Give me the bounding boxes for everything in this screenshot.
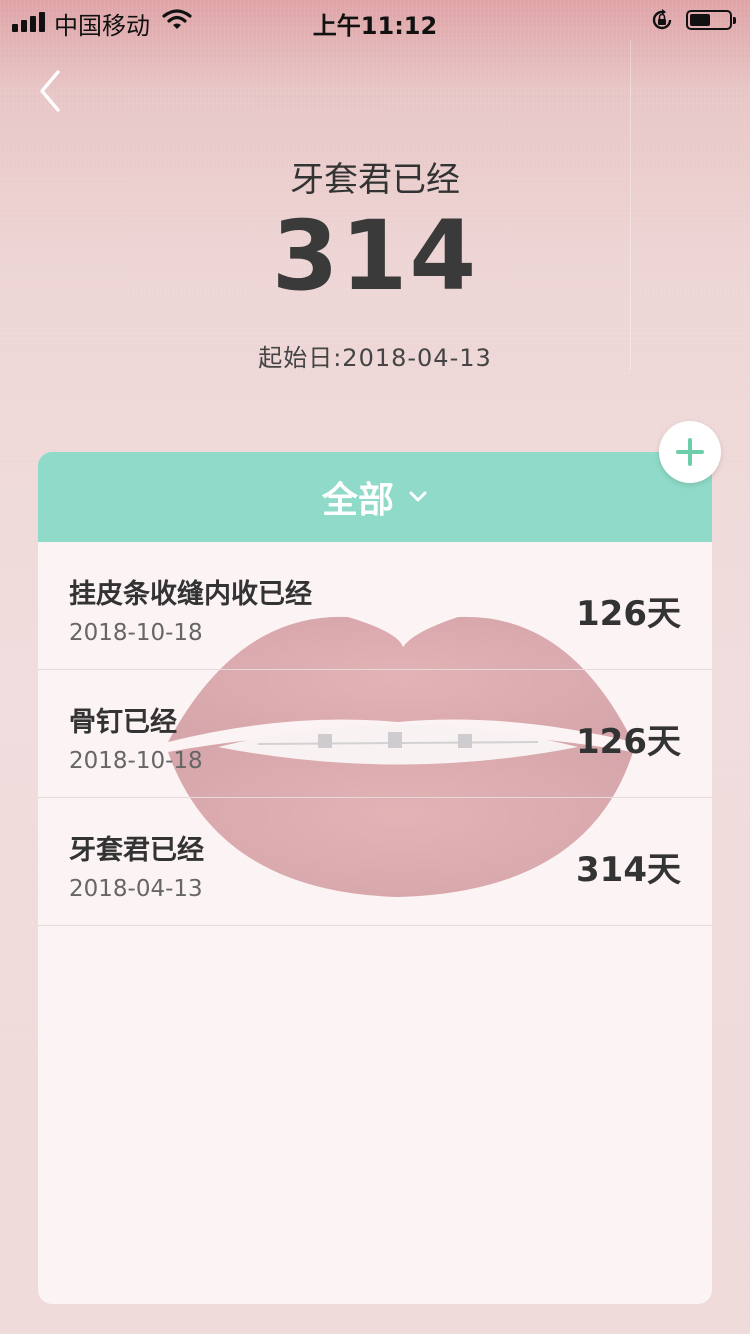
filter-dropdown[interactable]: 全部 xyxy=(38,452,712,542)
entry-date: 2018-10-18 xyxy=(69,620,203,646)
entry-title: 牙套君已经 xyxy=(69,835,204,866)
status-time: 上午11:12 xyxy=(312,12,438,40)
rotation-lock-icon xyxy=(652,9,672,30)
hero-start-date: 起始日:2018-04-13 xyxy=(0,338,750,373)
plus-icon xyxy=(676,438,704,466)
list-item[interactable]: 挂皮条收缝内收已经 2018-10-18 126天 xyxy=(38,542,712,670)
chevron-down-icon xyxy=(409,491,427,502)
entry-date: 2018-10-18 xyxy=(69,748,203,774)
battery-icon xyxy=(686,10,736,30)
filter-label: 全部 xyxy=(321,480,394,521)
entry-date: 2018-04-13 xyxy=(69,876,203,902)
start-date-text: 起始日:2018-04-13 xyxy=(258,344,492,372)
hero-day-count: 314 xyxy=(271,200,479,312)
entry-title: 骨钉已经 xyxy=(69,707,177,738)
entry-days: 126天 xyxy=(576,722,681,762)
status-bar: 中国移动 上午11:12 xyxy=(0,0,750,40)
hero-title: 牙套君已经 xyxy=(290,160,460,200)
list-item[interactable]: 骨钉已经 2018-10-18 126天 xyxy=(38,670,712,798)
add-button[interactable] xyxy=(659,421,721,483)
entry-title: 挂皮条收缝内收已经 xyxy=(69,579,312,610)
chevron-left-icon[interactable] xyxy=(30,66,70,116)
list-item[interactable]: 牙套君已经 2018-04-13 314天 xyxy=(38,798,712,926)
entry-days: 126天 xyxy=(576,594,681,634)
event-list-card: 全部 挂皮条收缝内收已经 2018-10-18 126天 骨钉已经 2018-1… xyxy=(38,452,712,1304)
entry-days: 314天 xyxy=(576,850,681,890)
